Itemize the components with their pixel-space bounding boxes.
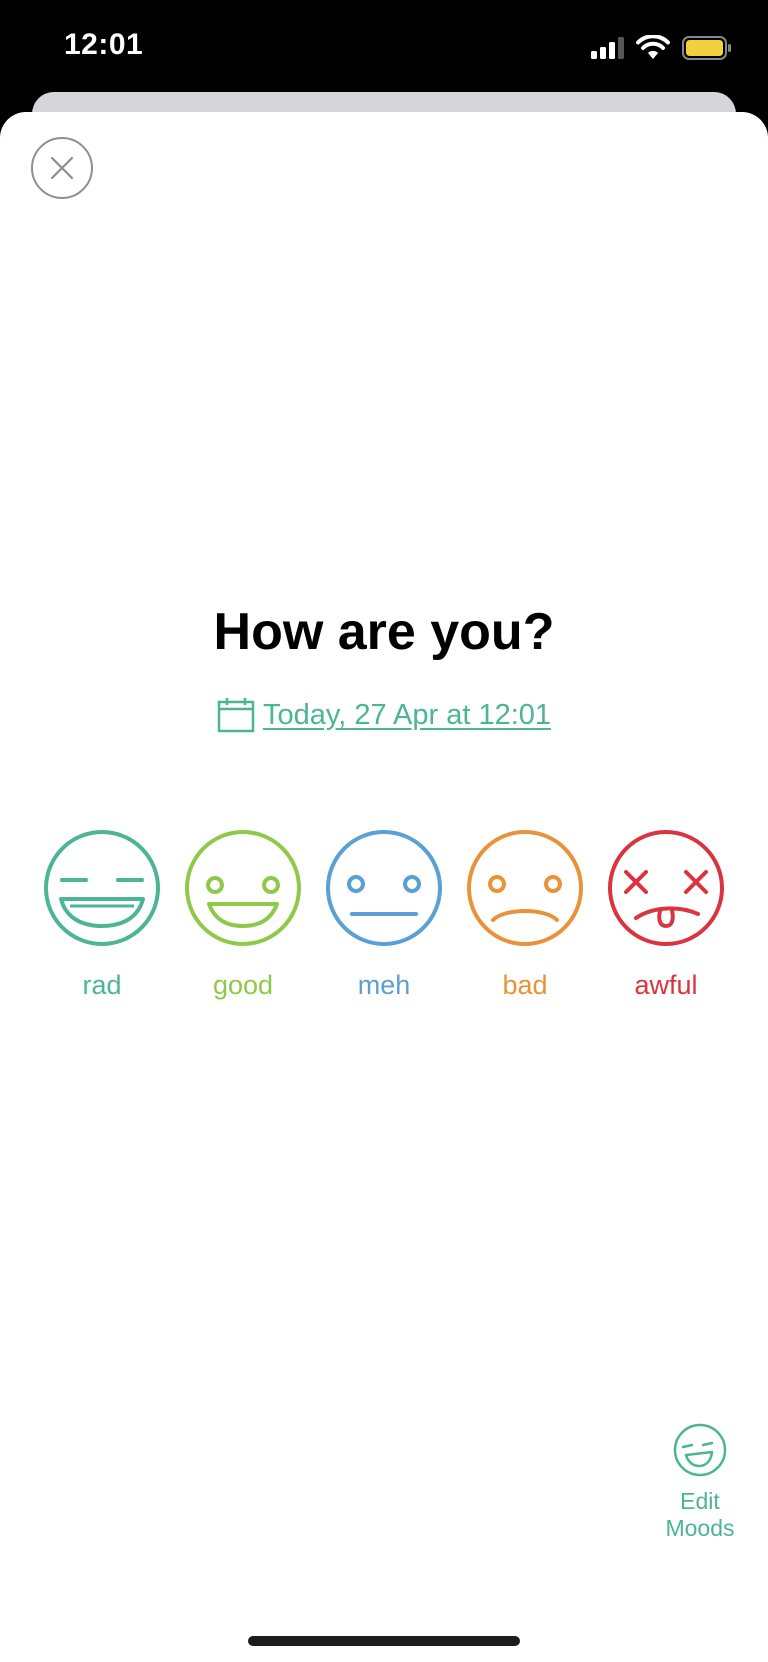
mood-label-bad: bad (502, 970, 548, 1000)
close-button[interactable] (31, 137, 93, 199)
awful-face-icon (608, 830, 724, 946)
wifi-icon (636, 35, 670, 59)
calendar-icon (217, 698, 255, 733)
mood-label-rad: rad (82, 970, 122, 1000)
edit-moods-label-line2: Moods (665, 1515, 735, 1541)
edit-moods-label-line1: Edit (680, 1488, 720, 1514)
status-time: 12:01 (64, 28, 144, 61)
good-face-icon (185, 830, 301, 946)
date-label[interactable]: Today, 27 Apr at 12:01 (263, 699, 551, 732)
mood-entry-sheet: How are you? Today, 27 Apr at 12:01 rad … (0, 112, 768, 1662)
battery-icon (682, 36, 731, 60)
date-selector[interactable]: Today, 27 Apr at 12:01 (0, 697, 768, 733)
page-title: How are you? (213, 603, 555, 661)
edit-moods-button[interactable]: Edit Moods (640, 1422, 760, 1542)
mood-rad[interactable]: rad (32, 828, 172, 1001)
mood-label-meh: meh (357, 970, 411, 1000)
mood-label-good: good (212, 970, 274, 1000)
edit-moods-label: Edit Moods (665, 1488, 734, 1542)
rad-face-icon (44, 830, 160, 946)
signal-icon (591, 37, 624, 59)
bad-face-icon (467, 830, 583, 946)
mood-awful[interactable]: awful (596, 828, 736, 1001)
mood-bad[interactable]: bad (455, 828, 595, 1001)
mood-meh[interactable]: meh (314, 828, 454, 1001)
screen: 12:01 How are you? Today, 27 Apr at 12:0… (0, 0, 768, 1662)
home-indicator[interactable] (248, 1636, 520, 1646)
mood-label-awful: awful (634, 970, 698, 1000)
close-icon (50, 156, 74, 180)
mood-options: rad good meh bad awful (0, 828, 768, 1018)
status-icons (590, 34, 732, 62)
mood-good[interactable]: good (173, 828, 313, 1001)
edit-moods-face-icon (673, 1423, 727, 1477)
meh-face-icon (326, 830, 442, 946)
